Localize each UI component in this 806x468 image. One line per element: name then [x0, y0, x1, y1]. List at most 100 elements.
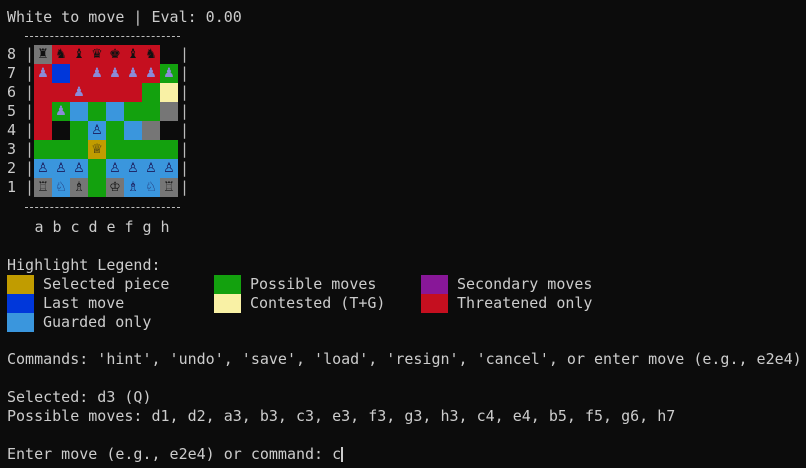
square-d5[interactable] [88, 102, 106, 121]
square-g4[interactable] [142, 121, 160, 140]
square-e1[interactable]: ♔ [106, 178, 124, 197]
square-f1[interactable]: ♗ [124, 178, 142, 197]
square-e2[interactable]: ♙ [106, 159, 124, 178]
chess-piece: ♟ [163, 66, 175, 81]
square-e4[interactable] [106, 121, 124, 140]
square-f7[interactable]: ♟ [124, 64, 142, 83]
square-h4[interactable] [160, 121, 178, 140]
square-a6[interactable] [34, 83, 52, 102]
square-b4[interactable] [52, 121, 70, 140]
square-b8[interactable]: ♞ [52, 45, 70, 64]
square-b6[interactable] [52, 83, 70, 102]
board-bar: | [25, 159, 35, 177]
square-c4[interactable] [70, 121, 88, 140]
chess-piece: ♙ [145, 161, 157, 176]
square-g8[interactable]: ♞ [142, 45, 160, 64]
square-e8[interactable]: ♚ [106, 45, 124, 64]
rank-label: 2 [7, 159, 17, 177]
board-bar: | [180, 45, 190, 63]
chess-piece: ♕ [91, 142, 103, 157]
square-c7[interactable] [70, 64, 88, 83]
board-bar: | [25, 64, 35, 82]
square-g5[interactable] [142, 102, 160, 121]
text-cursor [341, 447, 344, 462]
chess-piece: ♙ [91, 123, 103, 138]
square-a3[interactable] [34, 140, 52, 159]
square-d8[interactable]: ♛ [88, 45, 106, 64]
square-b5[interactable]: ♟ [52, 102, 70, 121]
square-d4[interactable]: ♙ [88, 121, 106, 140]
square-b1[interactable]: ♘ [52, 178, 70, 197]
square-f3[interactable] [124, 140, 142, 159]
board-bar: | [25, 140, 35, 158]
square-h8[interactable] [160, 45, 178, 64]
square-a5[interactable] [34, 102, 52, 121]
square-b2[interactable]: ♙ [52, 159, 70, 178]
square-c8[interactable]: ♝ [70, 45, 88, 64]
square-g1[interactable]: ♘ [142, 178, 160, 197]
chess-piece: ♙ [55, 161, 67, 176]
square-a2[interactable]: ♙ [34, 159, 52, 178]
square-g7[interactable]: ♟ [142, 64, 160, 83]
square-h3[interactable] [160, 140, 178, 159]
board-bar: | [180, 140, 190, 158]
square-f6[interactable] [124, 83, 142, 102]
chess-piece: ♘ [55, 180, 67, 195]
square-d1[interactable] [88, 178, 106, 197]
square-h7[interactable]: ♟ [160, 64, 178, 83]
square-h2[interactable]: ♙ [160, 159, 178, 178]
square-e3[interactable] [106, 140, 124, 159]
square-f2[interactable]: ♙ [124, 159, 142, 178]
board-bar: | [25, 83, 35, 101]
square-a4[interactable] [34, 121, 52, 140]
square-g6[interactable] [142, 83, 160, 102]
legend-swatch [7, 275, 34, 294]
chess-piece: ♚ [109, 47, 121, 62]
legend-swatch [7, 294, 34, 313]
chess-board: ♜ ♞ ♝ ♛ ♚ ♝ ♞ ♟ ♟ ♟ ♟ ♟ ♟ ♟ ♟ ♙ ♕ ♙ ♙ ♙ ♙ ♙ ♙ ♙ ♖ ♘ ♗ ♔ ♗ ♘ ♖ [34, 45, 178, 197]
legend-label: Contested (T+G) [250, 294, 386, 312]
square-h6[interactable] [160, 83, 178, 102]
square-c1[interactable]: ♗ [70, 178, 88, 197]
square-c3[interactable] [70, 140, 88, 159]
command-input[interactable]: c [332, 445, 341, 463]
square-d6[interactable] [88, 83, 106, 102]
square-c6[interactable]: ♟ [70, 83, 88, 102]
square-b7[interactable] [52, 64, 70, 83]
possible-moves-line: Possible moves: d1, d2, a3, b3, c3, e3, … [7, 407, 676, 425]
file-label: c [70, 218, 80, 236]
command-prompt[interactable]: Enter move (e.g., e2e4) or command: c [7, 445, 344, 464]
square-g2[interactable]: ♙ [142, 159, 160, 178]
square-h5[interactable] [160, 102, 178, 121]
square-c2[interactable]: ♙ [70, 159, 88, 178]
square-d7[interactable]: ♟ [88, 64, 106, 83]
rank-label: 8 [7, 45, 17, 63]
square-a1[interactable]: ♖ [34, 178, 52, 197]
chess-piece: ♘ [145, 180, 157, 195]
rank-label: 6 [7, 83, 17, 101]
chess-piece: ♞ [145, 47, 157, 62]
legend-label: Selected piece [43, 275, 170, 293]
square-b3[interactable] [52, 140, 70, 159]
square-c5[interactable] [70, 102, 88, 121]
file-label: b [52, 218, 62, 236]
square-e5[interactable] [106, 102, 124, 121]
square-f5[interactable] [124, 102, 142, 121]
square-e7[interactable]: ♟ [106, 64, 124, 83]
board-bar: | [180, 83, 190, 101]
square-a7[interactable]: ♟ [34, 64, 52, 83]
square-g3[interactable] [142, 140, 160, 159]
square-h1[interactable]: ♖ [160, 178, 178, 197]
chess-piece: ♝ [127, 47, 139, 62]
file-label: g [142, 218, 152, 236]
square-e6[interactable] [106, 83, 124, 102]
board-top-border [25, 36, 180, 37]
legend-swatch [214, 275, 241, 294]
square-a8[interactable]: ♜ [34, 45, 52, 64]
chess-piece: ♟ [127, 66, 139, 81]
chess-piece: ♜ [37, 47, 49, 62]
square-f8[interactable]: ♝ [124, 45, 142, 64]
square-d2[interactable] [88, 159, 106, 178]
square-f4[interactable] [124, 121, 142, 140]
square-d3[interactable]: ♕ [88, 140, 106, 159]
